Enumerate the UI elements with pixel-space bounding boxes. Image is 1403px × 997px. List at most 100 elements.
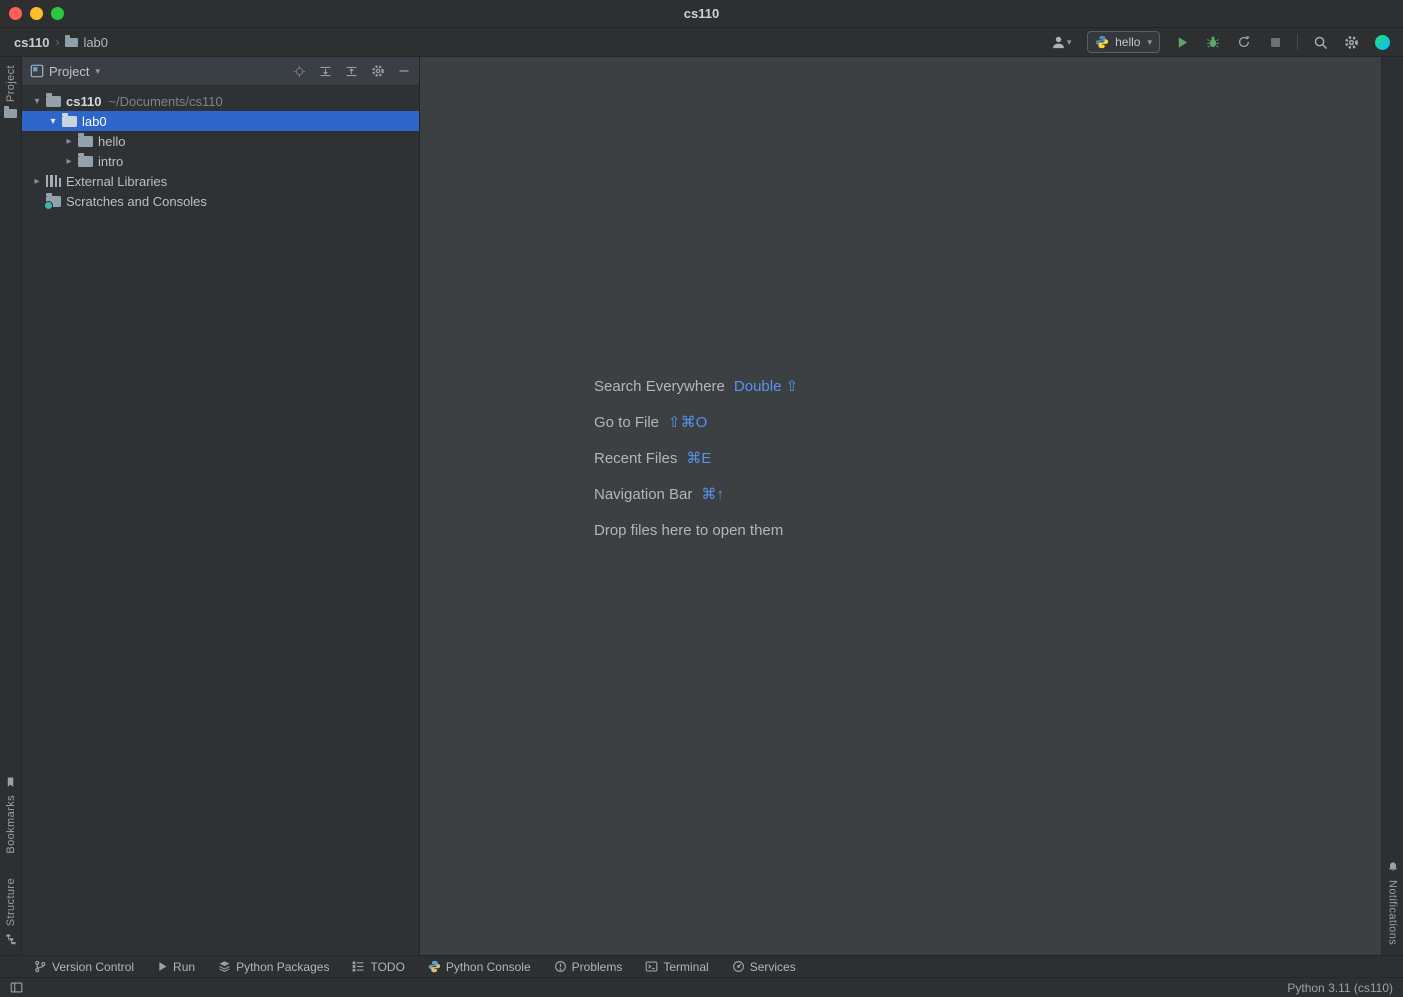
scratches-folder-icon xyxy=(46,196,61,207)
tool-stripe-project-label[interactable]: Project xyxy=(5,65,17,102)
tree-item-external-libraries[interactable]: ▸ External Libraries xyxy=(22,171,419,191)
breadcrumb-separator-icon: › xyxy=(55,35,59,49)
tree-item-label: lab0 xyxy=(82,114,107,129)
tool-button-label: Problems xyxy=(572,960,623,974)
tool-button-python-packages[interactable]: Python Packages xyxy=(218,960,329,974)
python-console-icon xyxy=(428,960,441,973)
panel-settings-gear-icon[interactable] xyxy=(370,64,385,79)
hint-label: Go to File xyxy=(594,414,659,431)
traffic-lights xyxy=(9,7,64,20)
tree-item-lab0[interactable]: ▾ lab0 xyxy=(22,111,419,131)
chevron-down-icon: ▾ xyxy=(95,66,100,77)
status-bar: Python 3.11 (cs110) xyxy=(0,977,1403,997)
terminal-icon xyxy=(645,960,658,973)
run-with-coverage-icon[interactable] xyxy=(1235,33,1253,51)
tool-button-version-control[interactable]: Version Control xyxy=(34,960,134,974)
expand-all-icon[interactable] xyxy=(318,64,333,79)
tree-item-label: intro xyxy=(98,154,123,169)
tool-button-label: Version Control xyxy=(52,960,134,974)
tool-stripe-notifications-label[interactable]: Notifications xyxy=(1387,880,1399,945)
tool-stripe-project[interactable]: Project xyxy=(4,65,17,118)
tool-button-label: Run xyxy=(173,960,195,974)
python-icon xyxy=(1095,35,1109,49)
tree-item-intro[interactable]: ▸ intro xyxy=(22,151,419,171)
run-button[interactable] xyxy=(1173,33,1191,51)
tool-window-layout-icon[interactable] xyxy=(10,981,23,994)
stop-button[interactable] xyxy=(1266,33,1284,51)
breadcrumb-current-label: lab0 xyxy=(83,35,108,50)
tool-button-label: Python Packages xyxy=(236,960,329,974)
tool-button-problems[interactable]: Problems xyxy=(554,960,623,974)
hint-shortcut: ⇧⌘O xyxy=(668,413,707,431)
chevron-right-icon[interactable]: ▸ xyxy=(30,176,44,187)
minimize-window-button[interactable] xyxy=(30,7,43,20)
collapse-all-icon[interactable] xyxy=(344,64,359,79)
tool-button-todo[interactable]: TODO xyxy=(352,960,404,974)
right-tool-stripe: Notifications xyxy=(1381,57,1403,955)
close-window-button[interactable] xyxy=(9,7,22,20)
search-everywhere-icon[interactable] xyxy=(1311,33,1329,51)
run-icon xyxy=(157,961,168,972)
tool-button-services[interactable]: Services xyxy=(732,960,796,974)
run-configuration-name: hello xyxy=(1115,35,1140,49)
ide-window: cs110 cs110 › lab0 ▾ hello ▾ xyxy=(0,0,1403,997)
user-account-icon[interactable]: ▾ xyxy=(1048,33,1074,51)
chevron-down-icon[interactable]: ▾ xyxy=(46,116,60,127)
window-title: cs110 xyxy=(0,6,1403,21)
tree-item-scratches[interactable]: Scratches and Consoles xyxy=(22,191,419,211)
editor-shortcut-hints: Search Everywhere Double ⇧ Go to File ⇧⌘… xyxy=(594,368,798,548)
tool-button-terminal[interactable]: Terminal xyxy=(645,960,708,974)
tool-stripe-notifications[interactable]: Notifications xyxy=(1387,861,1399,945)
tree-item-label: cs110 xyxy=(66,94,101,109)
tree-item-hello[interactable]: ▸ hello xyxy=(22,131,419,151)
left-tool-stripe: Project Bookmarks Structure xyxy=(0,57,22,955)
hint-navigation-bar: Navigation Bar ⌘↑ xyxy=(594,476,798,512)
chevron-right-icon[interactable]: ▸ xyxy=(62,136,76,147)
python-interpreter-widget[interactable]: Python 3.11 (cs110) xyxy=(1287,981,1393,995)
bell-icon xyxy=(1387,861,1399,873)
breadcrumb-current[interactable]: lab0 xyxy=(65,35,108,50)
toolbar-divider xyxy=(1297,34,1298,50)
hint-shortcut: Double ⇧ xyxy=(734,377,798,395)
hint-drop-files: Drop files here to open them xyxy=(594,512,798,548)
folder-icon xyxy=(62,116,77,127)
tool-button-python-console[interactable]: Python Console xyxy=(428,960,531,974)
folder-icon xyxy=(65,38,78,47)
bookmark-icon xyxy=(5,776,16,788)
hint-recent-files: Recent Files ⌘E xyxy=(594,440,798,476)
run-configuration-select[interactable]: hello ▾ xyxy=(1087,31,1160,53)
tool-button-run[interactable]: Run xyxy=(157,960,195,974)
settings-gear-icon[interactable] xyxy=(1342,33,1360,51)
breadcrumb: cs110 › lab0 xyxy=(14,35,108,50)
main-toolbar: cs110 › lab0 ▾ hello ▾ xyxy=(0,28,1403,57)
project-tool-icon[interactable] xyxy=(4,109,17,118)
chevron-down-icon[interactable]: ▾ xyxy=(30,96,44,107)
zoom-window-button[interactable] xyxy=(51,7,64,20)
project-view-icon xyxy=(30,64,44,78)
toolbar-right-actions: ▾ hello ▾ xyxy=(1048,31,1391,53)
tool-stripe-bookmarks-label[interactable]: Bookmarks xyxy=(5,795,17,854)
debug-button[interactable] xyxy=(1204,33,1222,51)
folder-icon xyxy=(46,96,61,107)
chevron-right-icon[interactable]: ▸ xyxy=(62,156,76,167)
project-panel-header: Project ▾ xyxy=(22,57,419,86)
tool-stripe-structure-label[interactable]: Structure xyxy=(5,878,17,926)
main-area: Project Bookmarks Structure Project ▾ xyxy=(0,57,1403,955)
tree-item-label: External Libraries xyxy=(66,174,167,189)
tree-item-label: hello xyxy=(98,134,125,149)
chevron-down-icon: ▾ xyxy=(1067,37,1072,48)
tool-stripe-structure[interactable]: Structure xyxy=(5,878,17,945)
problems-icon xyxy=(554,960,567,973)
tool-button-label: Python Console xyxy=(446,960,531,974)
pycharm-logo-icon[interactable] xyxy=(1373,33,1391,51)
locate-file-icon[interactable] xyxy=(292,64,307,79)
breadcrumb-root[interactable]: cs110 xyxy=(14,35,49,50)
tool-window-bar: Version Control Run Python Packages TODO… xyxy=(0,955,1403,977)
tool-button-label: Terminal xyxy=(663,960,708,974)
hint-label: Drop files here to open them xyxy=(594,522,783,539)
tree-item-cs110[interactable]: ▾ cs110 ~/Documents/cs110 xyxy=(22,91,419,111)
hide-panel-icon[interactable] xyxy=(396,64,411,79)
tool-stripe-bookmarks[interactable]: Bookmarks xyxy=(5,776,17,854)
tree-item-label: Scratches and Consoles xyxy=(66,194,207,209)
project-panel-title[interactable]: Project ▾ xyxy=(30,64,100,79)
